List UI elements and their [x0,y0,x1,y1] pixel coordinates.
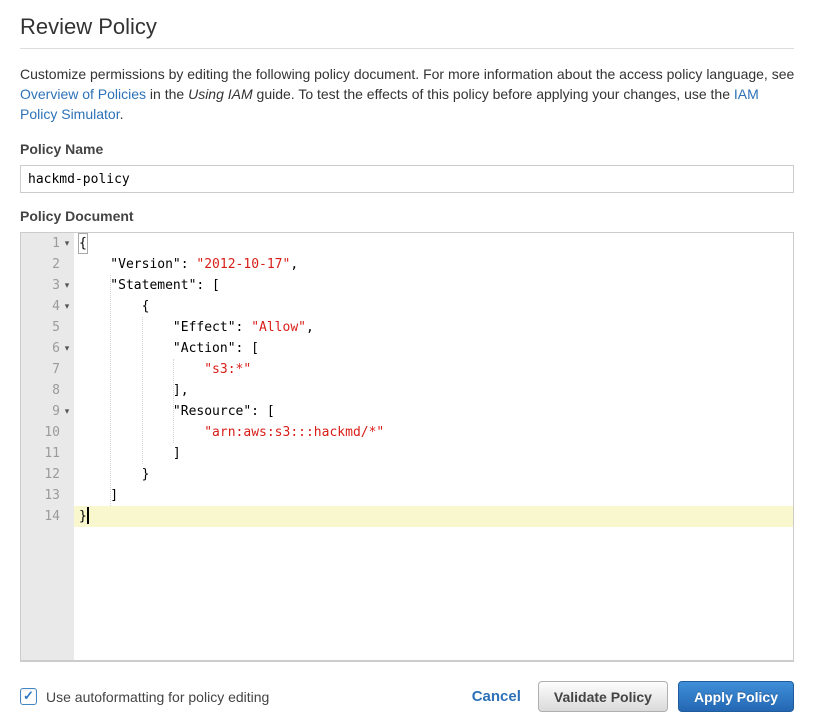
line-number: 3 [52,275,60,296]
json-string-token: "s3:*" [204,362,251,377]
code-line[interactable]: ] [74,443,793,464]
autoformat-checkbox[interactable]: ✓ [20,688,37,705]
json-string-token: "arn:aws:s3:::hackmd/*" [204,425,384,440]
overview-of-policies-link[interactable]: Overview of Policies [20,86,146,102]
policy-document-editor[interactable]: 1▾23▾4▾56▾789▾1011121314 { "Version": "2… [20,232,794,662]
code-token: { [79,299,149,314]
line-number: 12 [44,464,60,485]
guide-name: Using IAM [188,86,253,102]
fold-arrow-icon[interactable]: ▾ [60,233,74,254]
editor-gutter: 1▾23▾4▾56▾789▾1011121314 [21,233,74,660]
code-line[interactable]: { [74,296,793,317]
json-string-token: "2012-10-17" [196,257,290,272]
gutter-line: 1▾ [21,233,74,254]
gutter-line: 6▾ [21,338,74,359]
policy-document-label: Policy Document [20,208,794,224]
line-number: 6 [52,338,60,359]
code-line[interactable]: "Resource": [ [74,401,793,422]
gutter-line: 8 [21,380,74,401]
footer-bar: ✓ Use autoformatting for policy editing … [20,681,794,712]
code-line[interactable]: } [74,506,793,527]
autoformat-option: ✓ Use autoformatting for policy editing [20,688,269,705]
code-token: "Version": [79,257,196,272]
code-line[interactable]: "arn:aws:s3:::hackmd/*" [74,422,793,443]
gutter-line: 10 [21,422,74,443]
checkbox-check-icon: ✓ [23,689,34,702]
policy-name-label: Policy Name [20,141,794,157]
intro-text-part: . [120,106,124,122]
line-number: 5 [52,317,60,338]
code-token: } [79,509,87,524]
code-token [79,362,204,377]
fold-arrow-icon[interactable]: ▾ [60,296,74,317]
gutter-line: 14 [21,506,74,527]
gutter-line: 7 [21,359,74,380]
code-token: } [79,467,149,482]
line-number: 7 [52,359,60,380]
code-line[interactable]: "Version": "2012-10-17", [74,254,793,275]
code-line[interactable]: } [74,464,793,485]
gutter-line: 12 [21,464,74,485]
policy-name-input[interactable] [20,165,794,193]
gutter-line: 13 [21,485,74,506]
code-line[interactable]: "Statement": [ [74,275,793,296]
fold-arrow-icon[interactable]: ▾ [60,275,74,296]
gutter-line: 5 [21,317,74,338]
line-number: 14 [44,506,60,527]
code-token: ] [79,488,118,503]
review-policy-page: Review Policy Customize permissions by e… [0,0,814,712]
code-token: , [290,257,298,272]
code-token: "Action": [ [79,341,259,356]
line-number: 9 [52,401,60,422]
code-line[interactable]: "s3:*" [74,359,793,380]
autoformat-label: Use autoformatting for policy editing [46,689,269,705]
intro-text-part: guide. To test the effects of this polic… [253,86,734,102]
apply-policy-button[interactable]: Apply Policy [678,681,794,712]
intro-text-part: Customize permissions by editing the fol… [20,66,794,82]
line-number: 1 [52,233,60,254]
gutter-line: 4▾ [21,296,74,317]
json-string-token: "Allow" [251,320,306,335]
gutter-line: 11 [21,443,74,464]
code-line[interactable]: ] [74,485,793,506]
gutter-line: 3▾ [21,275,74,296]
footer-actions: Cancel Validate Policy Apply Policy [472,681,794,712]
intro-text: Customize permissions by editing the fol… [20,64,796,124]
code-line[interactable]: "Effect": "Allow", [74,317,793,338]
line-number: 11 [44,443,60,464]
title-divider [20,48,794,49]
validate-policy-button[interactable]: Validate Policy [538,681,668,712]
code-token [79,425,204,440]
code-token: , [306,320,314,335]
line-number: 10 [44,422,60,443]
line-number: 2 [52,254,60,275]
intro-text-part: in the [146,86,188,102]
line-number: 13 [44,485,60,506]
page-title: Review Policy [20,14,794,40]
code-line[interactable]: { [74,233,793,254]
fold-arrow-icon[interactable]: ▾ [60,338,74,359]
code-token: ] [79,446,181,461]
text-cursor [87,507,89,524]
code-token: "Statement": [ [79,278,220,293]
code-line[interactable]: ], [74,380,793,401]
code-token: "Effect": [79,320,251,335]
gutter-line: 2 [21,254,74,275]
cancel-button[interactable]: Cancel [472,688,521,705]
gutter-line: 9▾ [21,401,74,422]
editor-code-lines[interactable]: { "Version": "2012-10-17", "Statement": … [74,233,793,660]
code-token: ], [79,383,189,398]
fold-arrow-icon[interactable]: ▾ [60,401,74,422]
code-token: "Resource": [ [79,404,275,419]
code-token: { [78,233,88,254]
line-number: 8 [52,380,60,401]
code-line[interactable]: "Action": [ [74,338,793,359]
line-number: 4 [52,296,60,317]
